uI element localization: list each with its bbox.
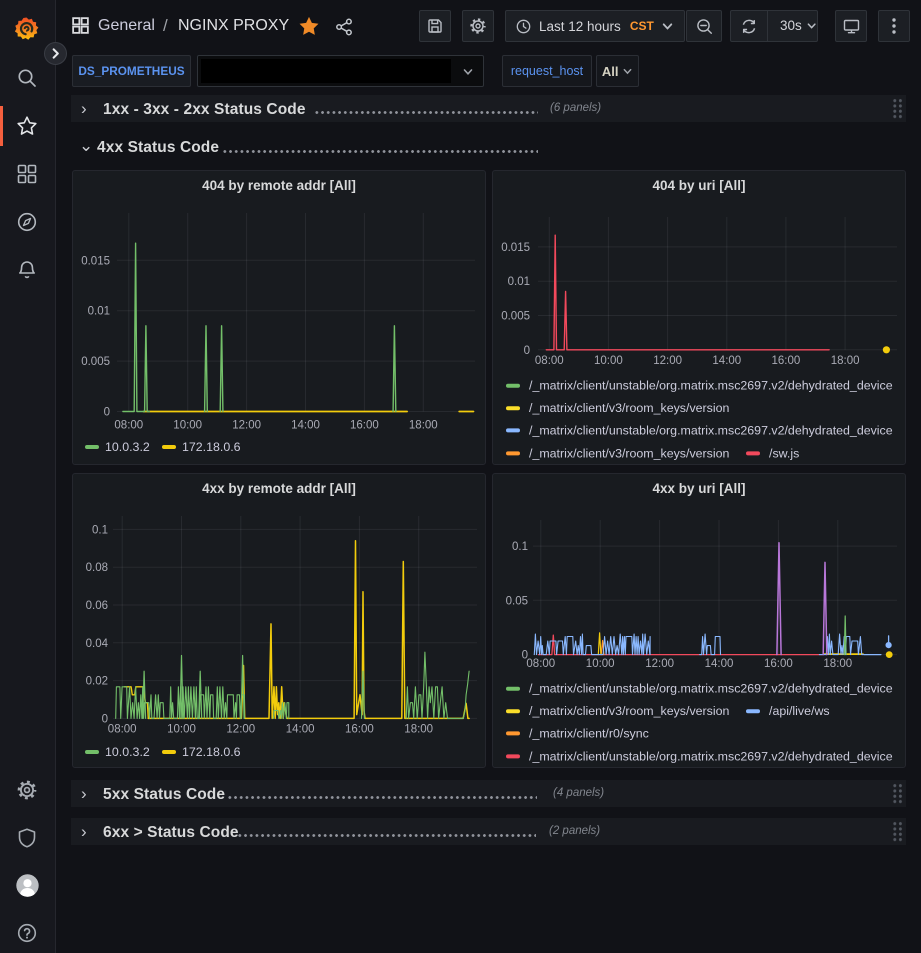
svg-text:/_matrix/client/unstable/org.m: /_matrix/client/unstable/org.matrix.msc2… (529, 379, 893, 393)
svg-text:0.015: 0.015 (501, 242, 530, 254)
svg-text:0.04: 0.04 (86, 638, 109, 650)
svg-text:0.08: 0.08 (86, 562, 108, 574)
svg-text:0: 0 (522, 650, 528, 662)
svg-text:12:00: 12:00 (226, 724, 255, 736)
svg-text:10.0.3.2: 10.0.3.2 (105, 440, 150, 454)
svg-text:10:00: 10:00 (594, 355, 623, 367)
svg-text:0.01: 0.01 (508, 276, 530, 288)
svg-text:0.05: 0.05 (506, 595, 528, 607)
svg-text:0.005: 0.005 (501, 311, 530, 323)
svg-text:14:00: 14:00 (291, 420, 320, 432)
svg-text:/api/live/ws: /api/live/ws (769, 704, 830, 718)
svg-text:0.015: 0.015 (81, 255, 110, 267)
svg-text:0.1: 0.1 (92, 524, 108, 536)
svg-text:0: 0 (102, 713, 108, 725)
svg-text:18:00: 18:00 (404, 724, 433, 736)
svg-text:0: 0 (104, 407, 110, 419)
svg-text:/_matrix/client/r0/sync: /_matrix/client/r0/sync (529, 726, 649, 740)
svg-text:16:00: 16:00 (772, 355, 801, 367)
svg-text:14:00: 14:00 (286, 724, 315, 736)
svg-text:10:00: 10:00 (586, 658, 615, 670)
svg-text:08:00: 08:00 (114, 420, 143, 432)
svg-text:0: 0 (524, 345, 530, 357)
svg-text:12:00: 12:00 (232, 420, 261, 432)
svg-text:08:00: 08:00 (526, 658, 555, 670)
svg-text:14:00: 14:00 (705, 658, 734, 670)
svg-text:12:00: 12:00 (653, 355, 682, 367)
svg-text:14:00: 14:00 (712, 355, 741, 367)
svg-text:/_matrix/client/v3/room_keys/v: /_matrix/client/v3/room_keys/version (529, 446, 729, 460)
svg-text:/_matrix/client/unstable/org.m: /_matrix/client/unstable/org.matrix.msc2… (529, 423, 893, 437)
svg-text:10:00: 10:00 (173, 420, 202, 432)
svg-text:12:00: 12:00 (645, 658, 674, 670)
svg-text:0.01: 0.01 (88, 306, 110, 318)
svg-text:18:00: 18:00 (823, 658, 852, 670)
svg-text:16:00: 16:00 (345, 724, 374, 736)
svg-text:10.0.3.2: 10.0.3.2 (105, 745, 150, 759)
svg-text:18:00: 18:00 (409, 420, 438, 432)
svg-text:0.1: 0.1 (512, 541, 528, 553)
svg-text:18:00: 18:00 (831, 355, 860, 367)
svg-text:172.18.0.6: 172.18.0.6 (182, 440, 241, 454)
svg-text:/_matrix/client/v3/room_keys/v: /_matrix/client/v3/room_keys/version (529, 704, 729, 718)
svg-text:/sw.js: /sw.js (769, 446, 799, 460)
svg-text:0.02: 0.02 (86, 676, 108, 688)
svg-text:/_matrix/client/v3/room_keys/v: /_matrix/client/v3/room_keys/version (529, 401, 729, 415)
svg-text:08:00: 08:00 (108, 724, 137, 736)
svg-text:0.005: 0.005 (81, 356, 110, 368)
svg-text:16:00: 16:00 (764, 658, 793, 670)
svg-text:08:00: 08:00 (535, 355, 564, 367)
svg-text:/_matrix/client/unstable/org.m: /_matrix/client/unstable/org.matrix.msc2… (529, 749, 893, 763)
svg-text:0.06: 0.06 (86, 600, 108, 612)
svg-text:/_matrix/client/unstable/org.m: /_matrix/client/unstable/org.matrix.msc2… (529, 682, 893, 696)
svg-text:172.18.0.6: 172.18.0.6 (182, 745, 241, 759)
svg-text:10:00: 10:00 (167, 724, 196, 736)
svg-text:16:00: 16:00 (350, 420, 379, 432)
